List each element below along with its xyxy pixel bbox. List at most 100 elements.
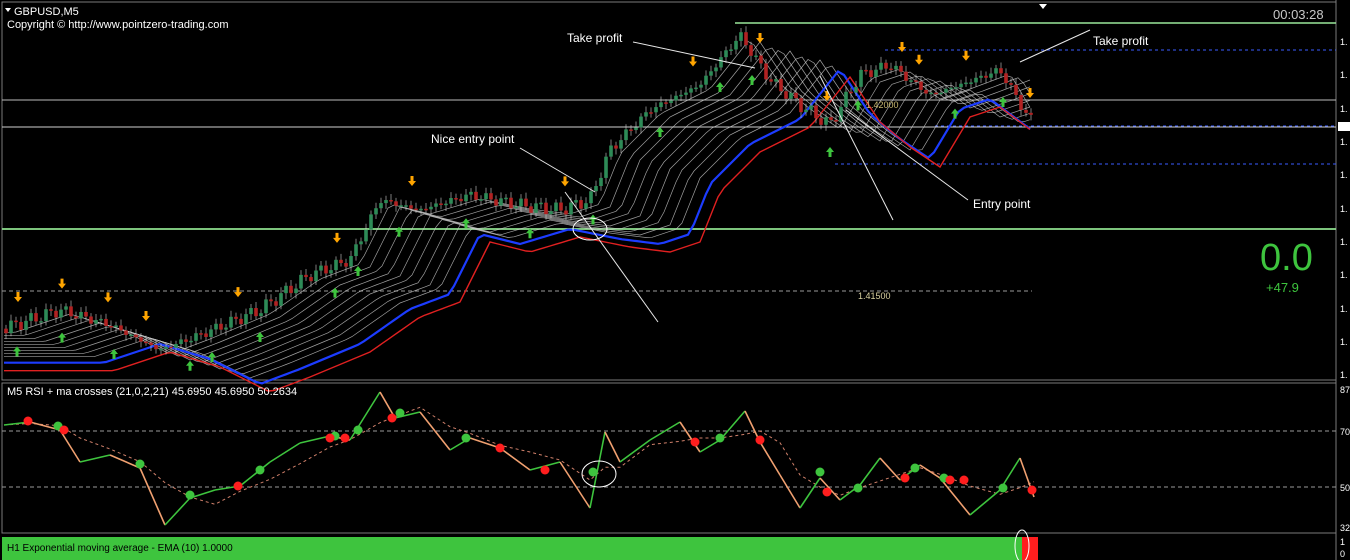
current-price-marker — [1338, 122, 1350, 131]
annotation-entry-point: Entry point — [973, 197, 1031, 211]
candle-body — [894, 65, 898, 70]
candle-body — [59, 309, 63, 318]
sell-arrow-icon — [234, 287, 242, 298]
rsi-cross-up-dot — [853, 483, 863, 493]
candle-body — [979, 75, 983, 78]
candle-body — [224, 327, 228, 330]
candle-body — [444, 203, 448, 206]
candle-body — [164, 346, 168, 349]
candle-body — [169, 346, 173, 349]
sell-arrow-icon — [915, 54, 923, 65]
candle-body — [499, 198, 503, 206]
candle-body — [199, 333, 203, 335]
rsi-cross-down-dot — [690, 437, 700, 447]
candle-body — [699, 84, 703, 88]
price-axis-label: 1. — [1340, 70, 1348, 80]
candle-body — [929, 92, 933, 95]
ema-panel[interactable]: H1 Exponential moving average - EMA (10)… — [2, 529, 1345, 560]
rsi-cross-down-dot — [59, 425, 69, 435]
candle-body — [289, 285, 293, 294]
candle-body — [374, 208, 378, 215]
candle-body — [129, 334, 133, 337]
candle-body — [864, 69, 868, 72]
candle-body — [504, 197, 508, 200]
candle-body — [39, 321, 43, 323]
trading-chart-window[interactable]: 1.41500 1.42000 Take profit Take profit … — [0, 0, 1350, 560]
candle-body — [944, 88, 948, 93]
candle-body — [384, 200, 388, 204]
candle-body — [119, 325, 123, 331]
rsi-panel[interactable]: M5 RSI + ma crosses (21,0,2,21) 45.6950 … — [2, 385, 1350, 533]
candle-body — [574, 200, 578, 203]
buy-arrow-icon — [186, 360, 194, 371]
candle-body — [964, 82, 968, 85]
candle-body — [844, 91, 848, 108]
ribbon-line — [4, 41, 1031, 357]
price-axis-label: 1. — [1340, 104, 1348, 114]
price-axis[interactable]: 1. 1. 1. 1. 1. 1. 1. 1. 1. 1. 1. — [1340, 37, 1348, 380]
candle-body — [319, 265, 323, 271]
rsi-segment — [969, 489, 1001, 516]
candle-body — [354, 244, 358, 257]
candle-body — [89, 316, 93, 324]
candle-body — [34, 313, 38, 322]
candle-body — [449, 198, 453, 204]
candle-body — [414, 208, 418, 211]
candle-body — [299, 274, 303, 289]
candle-body — [329, 270, 333, 274]
buy-arrow-icon — [589, 214, 597, 225]
rsi-cross-up-dot — [715, 433, 725, 443]
candle-body — [149, 342, 153, 346]
candle-body — [704, 75, 708, 85]
candle-body — [419, 208, 423, 211]
candle-body — [799, 98, 803, 113]
rsi-cross-down-dot — [23, 416, 33, 426]
candle-body — [879, 62, 883, 70]
candle-body — [829, 117, 833, 120]
candle-body — [554, 202, 558, 212]
candle-body — [249, 308, 253, 315]
candle-body — [144, 341, 148, 344]
candle-body — [4, 328, 8, 334]
candle-body — [379, 203, 383, 209]
candle-body — [29, 313, 33, 321]
rsi-segment — [679, 421, 701, 453]
candle-body — [954, 87, 958, 89]
candle-body — [254, 308, 258, 317]
candle-body — [494, 199, 498, 206]
candle-body — [889, 68, 893, 71]
rsi-cross-down-dot — [945, 475, 955, 485]
candle-body — [649, 112, 653, 114]
rsi-segment — [799, 477, 821, 509]
buy-arrow-icon — [748, 75, 756, 85]
rsi-cross-down-dot — [495, 443, 505, 453]
candle-body — [124, 330, 128, 335]
candle-body — [614, 145, 618, 149]
candle-body — [544, 202, 548, 215]
candle-body — [819, 118, 823, 125]
candle-body — [989, 73, 993, 78]
price-axis-label: 1. — [1340, 37, 1348, 47]
candle-body — [309, 277, 313, 282]
candle-body — [114, 325, 118, 328]
rsi-segment — [919, 464, 941, 479]
candle-body — [559, 202, 563, 211]
candle-body — [294, 288, 298, 294]
candle-body — [724, 50, 728, 58]
level-label-low: 1.41500 — [858, 291, 891, 301]
candle-body — [999, 68, 1003, 74]
candle-body — [274, 301, 278, 306]
candle-body — [184, 339, 188, 342]
price-axis-label: 1. — [1340, 370, 1348, 380]
candle-body — [214, 323, 218, 330]
rsi-segment — [59, 429, 81, 463]
candle-body — [234, 316, 238, 319]
rsi-segment — [779, 474, 801, 509]
rsi-segment — [559, 461, 591, 509]
candle-body — [529, 206, 533, 213]
candle-body — [19, 322, 23, 330]
candle-body — [479, 199, 483, 201]
candle-body — [54, 310, 58, 318]
rsi-segment — [269, 442, 301, 463]
blue-ema-line — [4, 70, 1031, 385]
